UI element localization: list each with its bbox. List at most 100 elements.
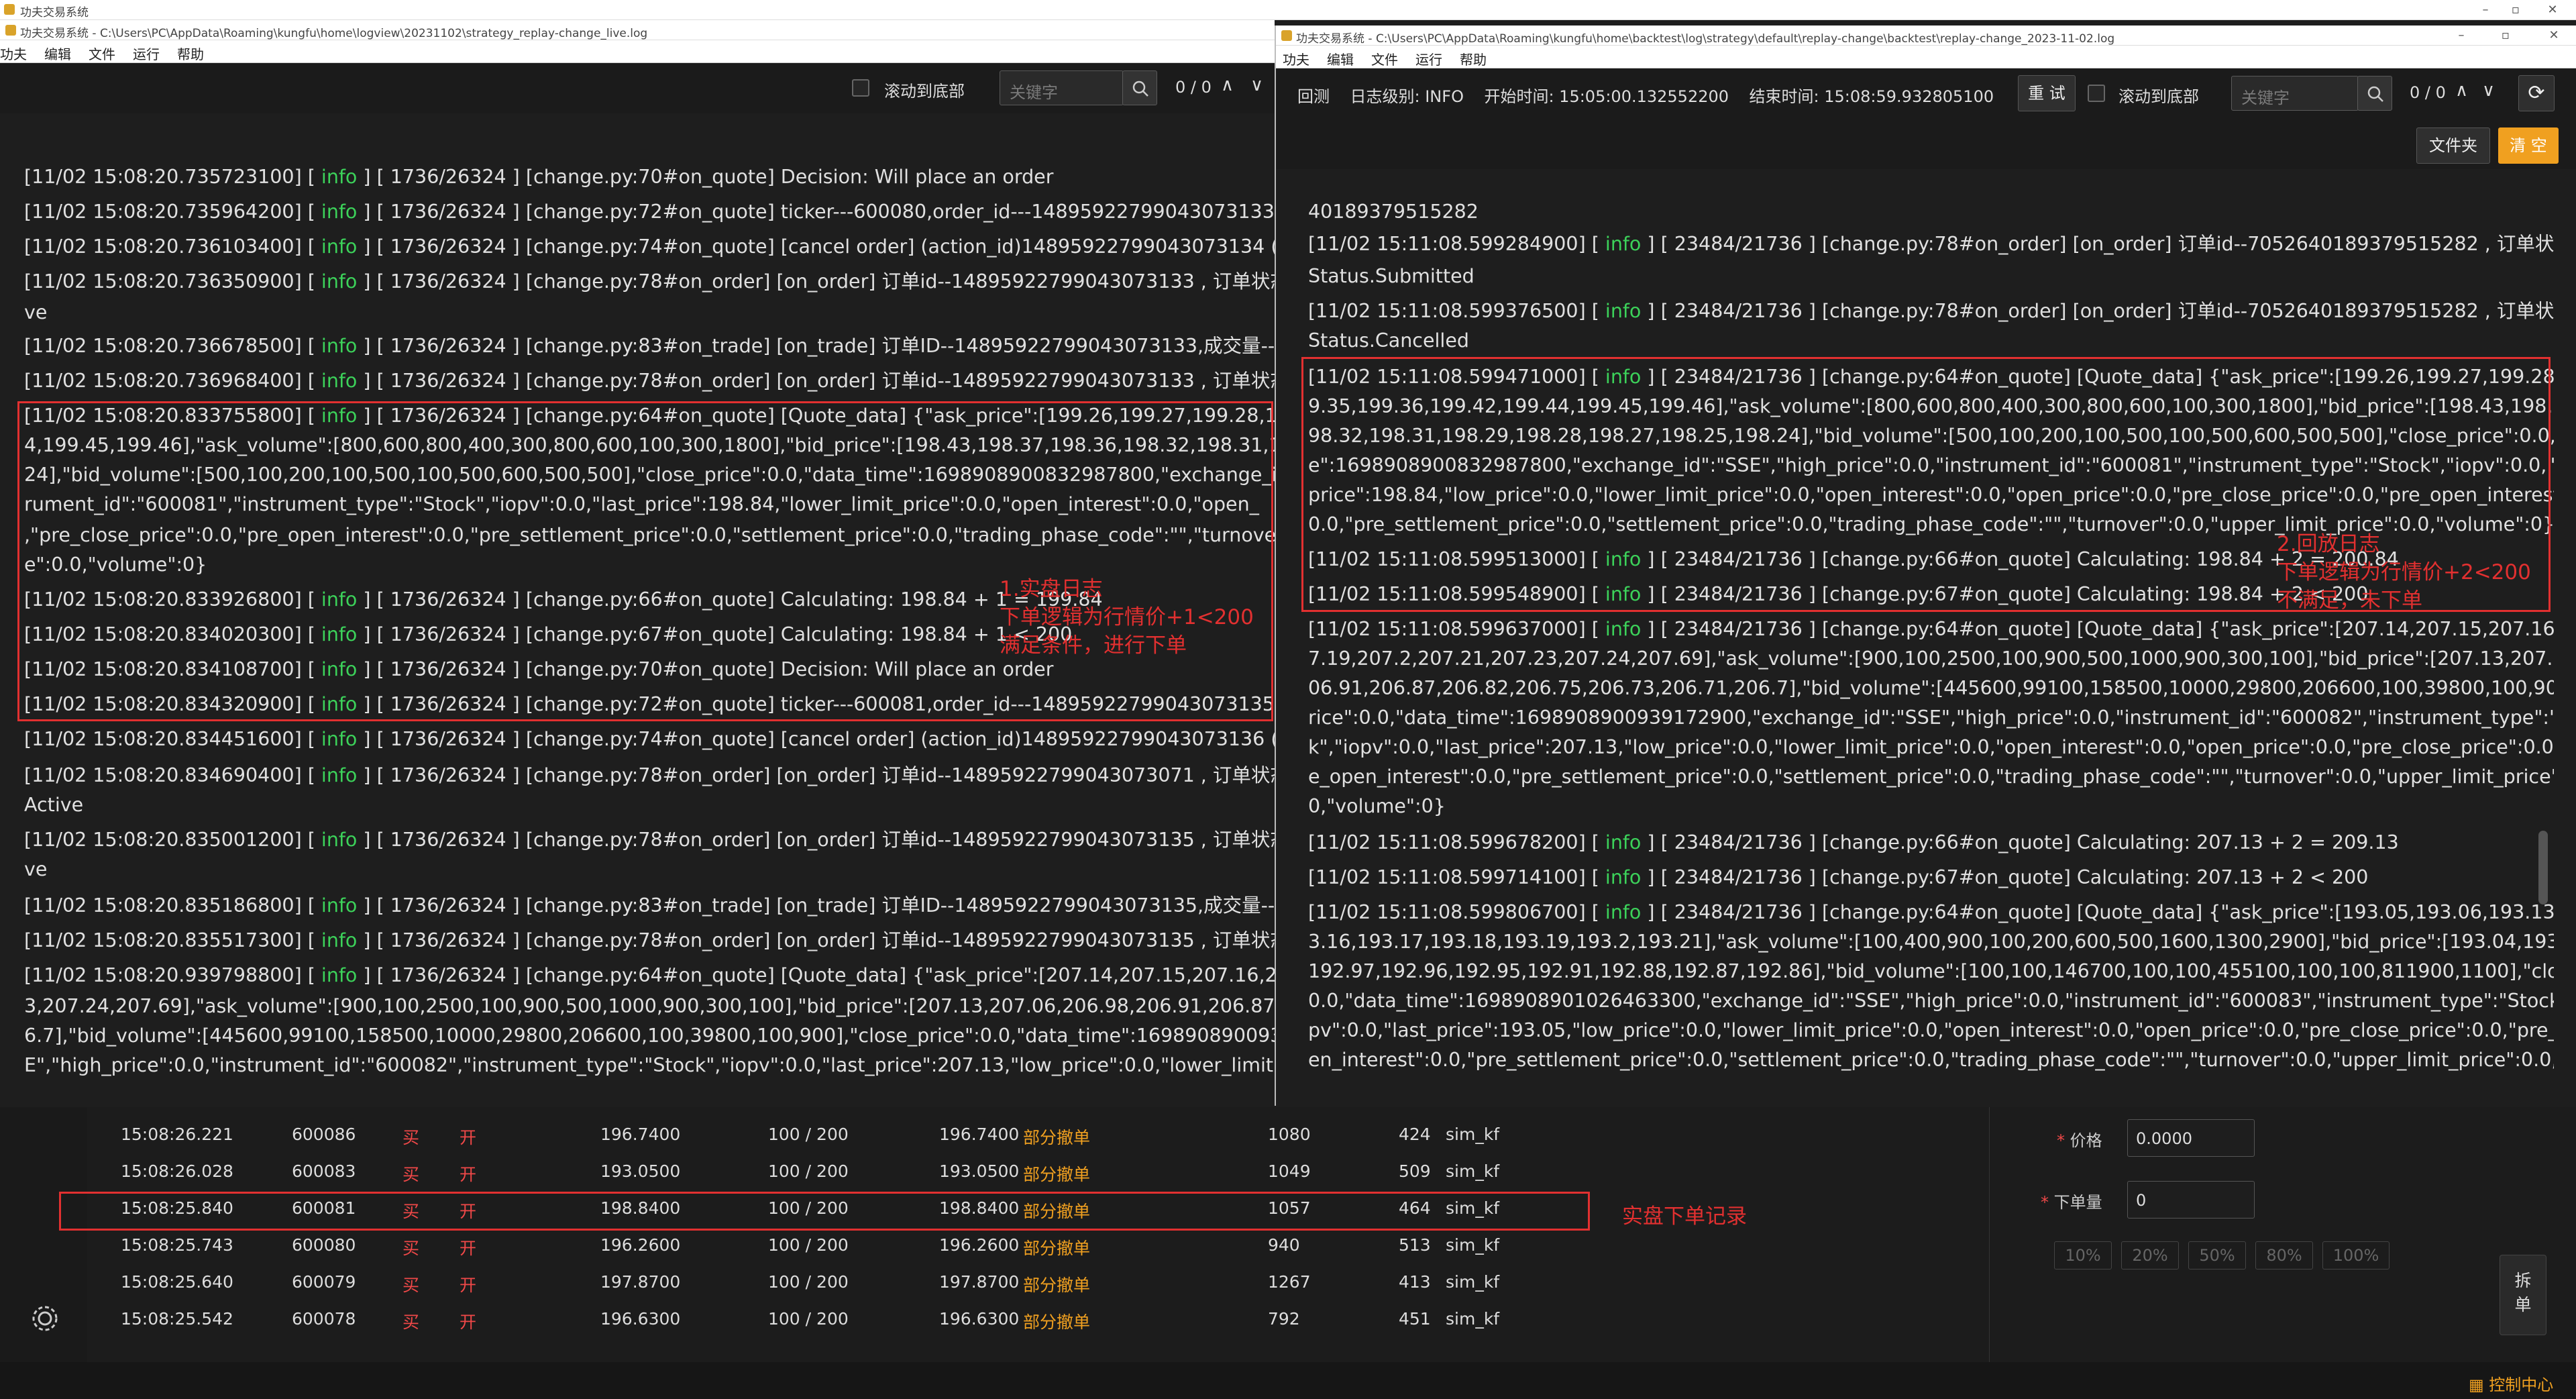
- search-icon: [1132, 81, 1148, 97]
- search-button[interactable]: [1122, 70, 1157, 105]
- order-side-panel: * 价格 0.0000 * 下单量 0 10% 20% 50% 80% 100%…: [1989, 1107, 2576, 1362]
- log-line: 3,207.24,207.69],"ask_volume":[900,100,2…: [24, 995, 1275, 1017]
- folder-button[interactable]: 文件夹: [2416, 127, 2490, 164]
- order-row[interactable]: 15:08:25.743 600080 买开 196.2600 100 / 200 196…: [0, 1227, 1986, 1264]
- pct-100-button[interactable]: 100%: [2322, 1241, 2390, 1270]
- backtest-toolbar: 回测 日志级别: INFO 开始时间: 15:05:00.132552200 结…: [1276, 68, 2576, 169]
- price-input[interactable]: 0.0000: [2127, 1119, 2255, 1157]
- log-line: [11/02 15:11:08.599284900] [ info ] [ 23…: [1308, 233, 2554, 255]
- pct-80-button[interactable]: 80%: [2255, 1241, 2313, 1270]
- prev-match-icon[interactable]: ∧: [1221, 75, 1234, 95]
- log-line: 6.7],"bid_volume":[445600,99100,158500,1…: [24, 1025, 1275, 1047]
- scroll-bottom-checkbox[interactable]: [2088, 85, 2105, 102]
- chart-icon: ▦: [2469, 1376, 2489, 1394]
- backtest-log-annotation: 2.回放日志 下单逻辑为行情价+2<200 不满足，未下单: [2277, 532, 2531, 613]
- log-line: en_interest":0.0,"pre_settlement_price":…: [1308, 1049, 2554, 1071]
- log-line: 40189379515282: [1308, 201, 1479, 223]
- quantity-label: * 下单量: [2041, 1193, 2102, 1212]
- clear-button[interactable]: 清 空: [2498, 127, 2559, 164]
- log-line: [11/02 15:08:20.735964200] [ info ] [ 17…: [24, 201, 1275, 223]
- order-row[interactable]: 15:08:26.028 600083 买开 193.0500 100 / 200 193…: [0, 1153, 1986, 1190]
- log-scrollbar[interactable]: [2538, 831, 2548, 904]
- log-line: [11/02 15:11:08.599637000] [ info ] [ 23…: [1308, 618, 2554, 640]
- menu-item[interactable]: 运行: [1415, 46, 1442, 68]
- menu-item[interactable]: 帮助: [177, 40, 204, 63]
- backtest-menu-bar: 功夫 编辑 文件 运行 帮助: [1276, 46, 2576, 68]
- close-icon[interactable]: ✕: [2544, 27, 2564, 44]
- menu-item[interactable]: 文件: [89, 40, 115, 63]
- log-line: [11/02 15:08:20.736678500] [ info ] [ 17…: [24, 335, 1275, 357]
- scroll-bottom-checkbox[interactable]: [852, 79, 869, 97]
- order-row[interactable]: 15:08:25.542 600078 买开 196.6300 100 / 200 196…: [0, 1301, 1986, 1338]
- log-line: ve: [24, 858, 48, 880]
- order-row[interactable]: 15:08:25.640 600079 买开 197.8700 100 / 200 197…: [0, 1264, 1986, 1301]
- search-input[interactable]: 关键字: [2231, 76, 2359, 111]
- log-line: rice":0.0,"data_time":169890890093917290…: [1308, 707, 2554, 729]
- refresh-icon[interactable]: ⟳: [2518, 75, 2555, 111]
- match-count: 0 / 0: [2410, 83, 2446, 102]
- log-line: Active: [24, 794, 84, 816]
- menu-item[interactable]: 帮助: [1460, 46, 1487, 68]
- order-row[interactable]: 15:08:26.221 600086 买开 196.7400 100 / 200 196…: [0, 1117, 1986, 1153]
- log-line: [11/02 15:08:20.736968400] [ info ] [ 17…: [24, 370, 1275, 392]
- prev-match-icon[interactable]: ∧: [2455, 81, 2468, 101]
- log-line: 0.0,"data_time":1698908901026463300,"exc…: [1308, 990, 2554, 1012]
- log-line: Status.Submitted: [1308, 265, 1474, 287]
- scroll-bottom-label: 滚动到底部: [884, 82, 965, 101]
- log-line: [11/02 15:11:08.599376500] [ info ] [ 23…: [1308, 300, 2554, 322]
- app-logo-icon: [1281, 30, 1292, 41]
- pct-50-button[interactable]: 50%: [2188, 1241, 2246, 1270]
- outer-close-icon[interactable]: ✕: [2542, 1, 2563, 19]
- menu-item[interactable]: 编辑: [1327, 46, 1354, 68]
- log-line: [11/02 15:08:20.735723100] [ info ] [ 17…: [24, 166, 1054, 188]
- order-table: 15:08:26.221 600086 买开 196.7400 100 / 200 196…: [0, 1107, 1986, 1362]
- outer-minimize-icon[interactable]: –: [2475, 1, 2496, 19]
- log-line: 192.97,192.96,192.95,192.91,192.88,192.8…: [1308, 960, 2554, 982]
- log-line: [11/02 15:08:20.834690400] [ info ] [ 17…: [24, 764, 1275, 786]
- app-logo-icon: [5, 25, 16, 36]
- menu-item[interactable]: 文件: [1371, 46, 1398, 68]
- backtest-title-bar: 功夫交易系统 - C:\Users\PC\AppData\Roaming\kun…: [1276, 25, 2576, 46]
- log-line: [11/02 15:08:20.939798800] [ info ] [ 17…: [24, 964, 1275, 986]
- live-log-title-bar: 功夫交易系统 - C:\Users\PC\AppData\Roaming\kun…: [0, 20, 1275, 40]
- log-line: [11/02 15:11:08.599806700] [ info ] [ 23…: [1308, 901, 2554, 923]
- backtest-log-content: 40189379515282 [11/02 15:11:08.599284900]…: [1276, 193, 2554, 1106]
- minimize-icon[interactable]: –: [2451, 27, 2471, 44]
- control-center-link[interactable]: ▦ 控制中心: [2469, 1371, 2553, 1395]
- live-menu-bar: 功夫 编辑 文件 运行 帮助: [0, 40, 1275, 63]
- order-highlight-box: [59, 1192, 1590, 1231]
- log-line: k","iopv":0.0,"last_price":207.13,"low_p…: [1308, 736, 2554, 758]
- quantity-input[interactable]: 0: [2127, 1181, 2255, 1219]
- status-bar: ▦ 控制中心: [0, 1362, 2576, 1399]
- retry-button[interactable]: 重 试: [2018, 75, 2076, 111]
- live-log-toolbar: 滚动到底部 关键字 0 / 0 ∧ ∨: [0, 63, 1275, 113]
- live-log-annotation: 1.实盘日志 下单逻辑为行情价+1<200 满足条件，进行下单: [1000, 577, 1254, 658]
- search-button[interactable]: [2357, 76, 2392, 111]
- log-line: [11/02 15:08:20.736103400] [ info ] [ 17…: [24, 236, 1275, 258]
- price-label: * 价格: [2057, 1131, 2102, 1150]
- next-match-icon[interactable]: ∨: [1250, 75, 1263, 95]
- log-line: 3.16,193.17,193.18,193.19,193.2,193.21],…: [1308, 931, 2554, 953]
- outer-title: 功夫交易系统: [20, 6, 89, 19]
- log-line: [11/02 15:08:20.834451600] [ info ] [ 17…: [24, 728, 1275, 750]
- split-order-button[interactable]: 拆 单: [2500, 1255, 2546, 1335]
- search-input[interactable]: 关键字: [1000, 70, 1124, 105]
- backtest-log-title: 功夫交易系统 - C:\Users\PC\AppData\Roaming\kun…: [1296, 32, 2115, 46]
- app-logo-icon: [4, 4, 15, 15]
- menu-item[interactable]: 功夫: [0, 40, 27, 63]
- log-line: [11/02 15:08:20.736350900] [ info ] [ 17…: [24, 270, 1275, 293]
- log-line: ve: [24, 301, 48, 323]
- maximize-icon[interactable]: ▫: [2496, 27, 2516, 44]
- menu-item[interactable]: 运行: [133, 40, 160, 63]
- order-annotation: 实盘下单记录: [1622, 1204, 1747, 1229]
- log-line: e_open_interest":0.0,"pre_settlement_pri…: [1308, 766, 2554, 788]
- next-match-icon[interactable]: ∨: [2482, 81, 2495, 101]
- menu-item[interactable]: 编辑: [44, 40, 71, 63]
- backtest-info-bar: 回测 日志级别: INFO 开始时间: 15:05:00.132552200 结…: [1297, 87, 1994, 106]
- live-log-title: 功夫交易系统 - C:\Users\PC\AppData\Roaming\kun…: [20, 27, 648, 40]
- pct-10-button[interactable]: 10%: [2054, 1241, 2112, 1270]
- menu-item[interactable]: 功夫: [1283, 46, 1309, 68]
- pct-20-button[interactable]: 20%: [2121, 1241, 2179, 1270]
- log-line: pv":0.0,"last_price":193.05,"low_price":…: [1308, 1019, 2554, 1041]
- outer-maximize-icon[interactable]: ▫: [2506, 1, 2526, 19]
